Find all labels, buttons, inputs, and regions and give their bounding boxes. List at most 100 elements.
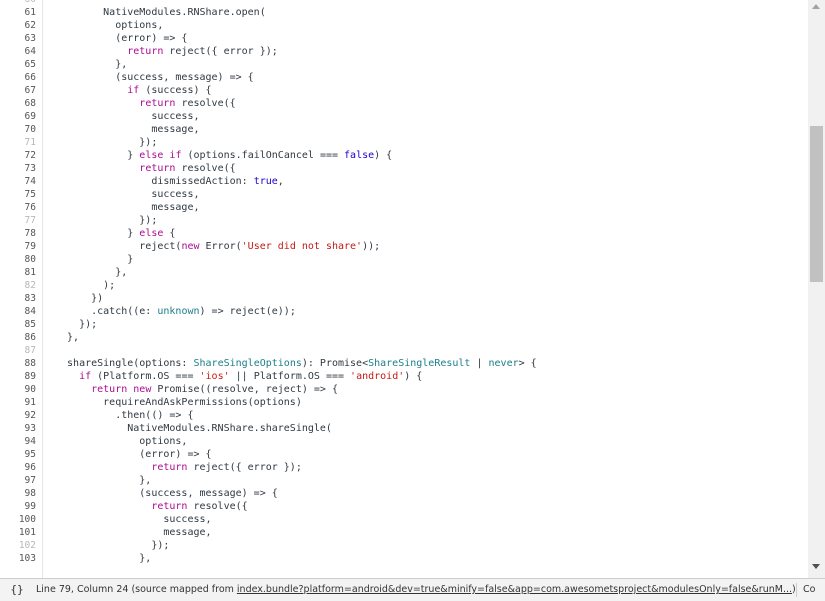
line-number[interactable]: 73 xyxy=(0,162,36,175)
code-text: }, xyxy=(55,475,152,486)
code-text: message, xyxy=(55,527,212,538)
code-line: 94 options, xyxy=(0,435,808,448)
code-text: success, xyxy=(55,514,212,525)
scroll-up-arrow-icon[interactable] xyxy=(812,4,820,9)
code-text: message, xyxy=(55,124,200,135)
code-text: return resolve({ xyxy=(151,501,248,512)
line-number[interactable]: 90 xyxy=(0,383,36,396)
code-text: return resolve({ xyxy=(139,163,236,174)
code-line: 90 return new Promise((resolve, reject) … xyxy=(0,383,808,396)
line-number[interactable]: 63 xyxy=(0,32,36,45)
code-text: }, xyxy=(55,267,128,278)
line-number[interactable]: 98 xyxy=(0,487,36,500)
line-number[interactable]: 94 xyxy=(0,435,36,448)
line-number[interactable]: 78 xyxy=(0,227,36,240)
code-line: 74 dismissedAction: true, xyxy=(0,175,808,188)
line-number[interactable]: 68 xyxy=(0,97,36,110)
code-line: 80 } xyxy=(0,253,808,266)
line-number[interactable]: 82 xyxy=(0,279,36,292)
line-number[interactable]: 75 xyxy=(0,188,36,201)
code-line: 71 }); xyxy=(0,136,808,149)
line-number[interactable]: 86 xyxy=(0,331,36,344)
line-number[interactable]: 70 xyxy=(0,123,36,136)
line-number[interactable]: 62 xyxy=(0,19,36,32)
line-number[interactable]: 76 xyxy=(0,201,36,214)
code-text: } xyxy=(55,254,134,265)
line-number[interactable]: 89 xyxy=(0,370,36,383)
pretty-print-button[interactable]: {} xyxy=(6,582,28,598)
line-number[interactable]: 101 xyxy=(0,526,36,539)
line-number[interactable]: 97 xyxy=(0,474,36,487)
line-number[interactable]: 65 xyxy=(0,58,36,71)
code-text: NativeModules.RNShare.open( xyxy=(55,7,266,18)
code-text: }); xyxy=(55,319,98,330)
line-number[interactable]: 61 xyxy=(0,6,36,19)
code-line: 87 xyxy=(0,344,808,357)
line-number[interactable]: 79 xyxy=(0,240,36,253)
code-line: 75 success, xyxy=(0,188,808,201)
code-text: (error) => { xyxy=(55,33,188,44)
code-line: 76 message, xyxy=(0,201,808,214)
code-text: success, xyxy=(55,189,200,200)
code-line: 66 (success, message) => { xyxy=(0,71,808,84)
code-line: 91 requireAndAskPermissions(options) xyxy=(0,396,808,409)
line-number[interactable]: 81 xyxy=(0,266,36,279)
code-text: }) xyxy=(55,293,104,304)
line-number[interactable]: 67 xyxy=(0,84,36,97)
line-number[interactable]: 64 xyxy=(0,45,36,58)
code-line: 102 }); xyxy=(0,539,808,552)
line-number[interactable]: 92 xyxy=(0,409,36,422)
code-line: 65 }, xyxy=(0,58,808,71)
scroll-down-arrow-icon[interactable] xyxy=(812,564,820,569)
code-text: options, xyxy=(55,20,164,31)
line-number[interactable]: 91 xyxy=(0,396,36,409)
line-number[interactable]: 96 xyxy=(0,461,36,474)
code-line: 72 } else if (options.failOnCancel === f… xyxy=(0,149,808,162)
code-text: requireAndAskPermissions(options) xyxy=(55,397,302,408)
line-number[interactable]: 71 xyxy=(0,136,36,149)
vertical-scrollbar[interactable] xyxy=(808,0,825,578)
line-number[interactable]: 77 xyxy=(0,214,36,227)
code-text: } else if (options.failOnCancel === fals… xyxy=(55,150,393,161)
line-number[interactable]: 93 xyxy=(0,422,36,435)
line-number[interactable]: 74 xyxy=(0,175,36,188)
code-line: 92 .then(() => { xyxy=(0,409,808,422)
line-number[interactable]: 95 xyxy=(0,448,36,461)
code-line: 85 }); xyxy=(0,318,808,331)
status-bar: {} Line 79, Column 24 (source mapped fro… xyxy=(0,578,825,601)
coverage-status: Co xyxy=(803,584,816,595)
line-number[interactable]: 103 xyxy=(0,552,36,565)
code-text: }, xyxy=(55,553,152,564)
line-number[interactable]: 83 xyxy=(0,292,36,305)
line-number[interactable]: 84 xyxy=(0,305,36,318)
line-number[interactable]: 102 xyxy=(0,539,36,552)
line-number[interactable]: 88 xyxy=(0,357,36,370)
code-text: return resolve({ xyxy=(139,98,236,109)
line-number[interactable]: 100 xyxy=(0,513,36,526)
code-text: NativeModules.RNShare.shareSingle( xyxy=(55,423,332,434)
line-number[interactable]: 87 xyxy=(0,344,36,357)
code-line: 101 message, xyxy=(0,526,808,539)
code-line: 69 success, xyxy=(0,110,808,123)
line-number[interactable]: 69 xyxy=(0,110,36,123)
status-divider xyxy=(796,583,797,597)
line-number[interactable]: 85 xyxy=(0,318,36,331)
code-line: 100 success, xyxy=(0,513,808,526)
line-number[interactable]: 80 xyxy=(0,253,36,266)
code-line: 70 message, xyxy=(0,123,808,136)
code-text: return reject({ error }); xyxy=(151,462,302,473)
code-line: 96 return reject({ error }); xyxy=(0,461,808,474)
line-number[interactable]: 72 xyxy=(0,149,36,162)
code-line: 79 reject(new Error('User did not share'… xyxy=(0,240,808,253)
code-line: 82 ); xyxy=(0,279,808,292)
source-map-link[interactable]: index.bundle?platform=android&dev=true&m… xyxy=(237,584,792,595)
code-text: message, xyxy=(55,202,200,213)
scrollbar-thumb[interactable] xyxy=(810,126,823,282)
code-lines: 6061 NativeModules.RNShare.open(62 optio… xyxy=(0,0,808,565)
line-number[interactable]: 99 xyxy=(0,500,36,513)
status-text: Line 79, Column 24 (source mapped from i… xyxy=(36,579,796,601)
line-number[interactable]: 66 xyxy=(0,71,36,84)
code-text: .catch((e: unknown) => reject(e)); xyxy=(55,306,296,317)
code-text: return new Promise((resolve, reject) => … xyxy=(91,384,338,395)
code-editor[interactable]: 6061 NativeModules.RNShare.open(62 optio… xyxy=(0,0,808,578)
